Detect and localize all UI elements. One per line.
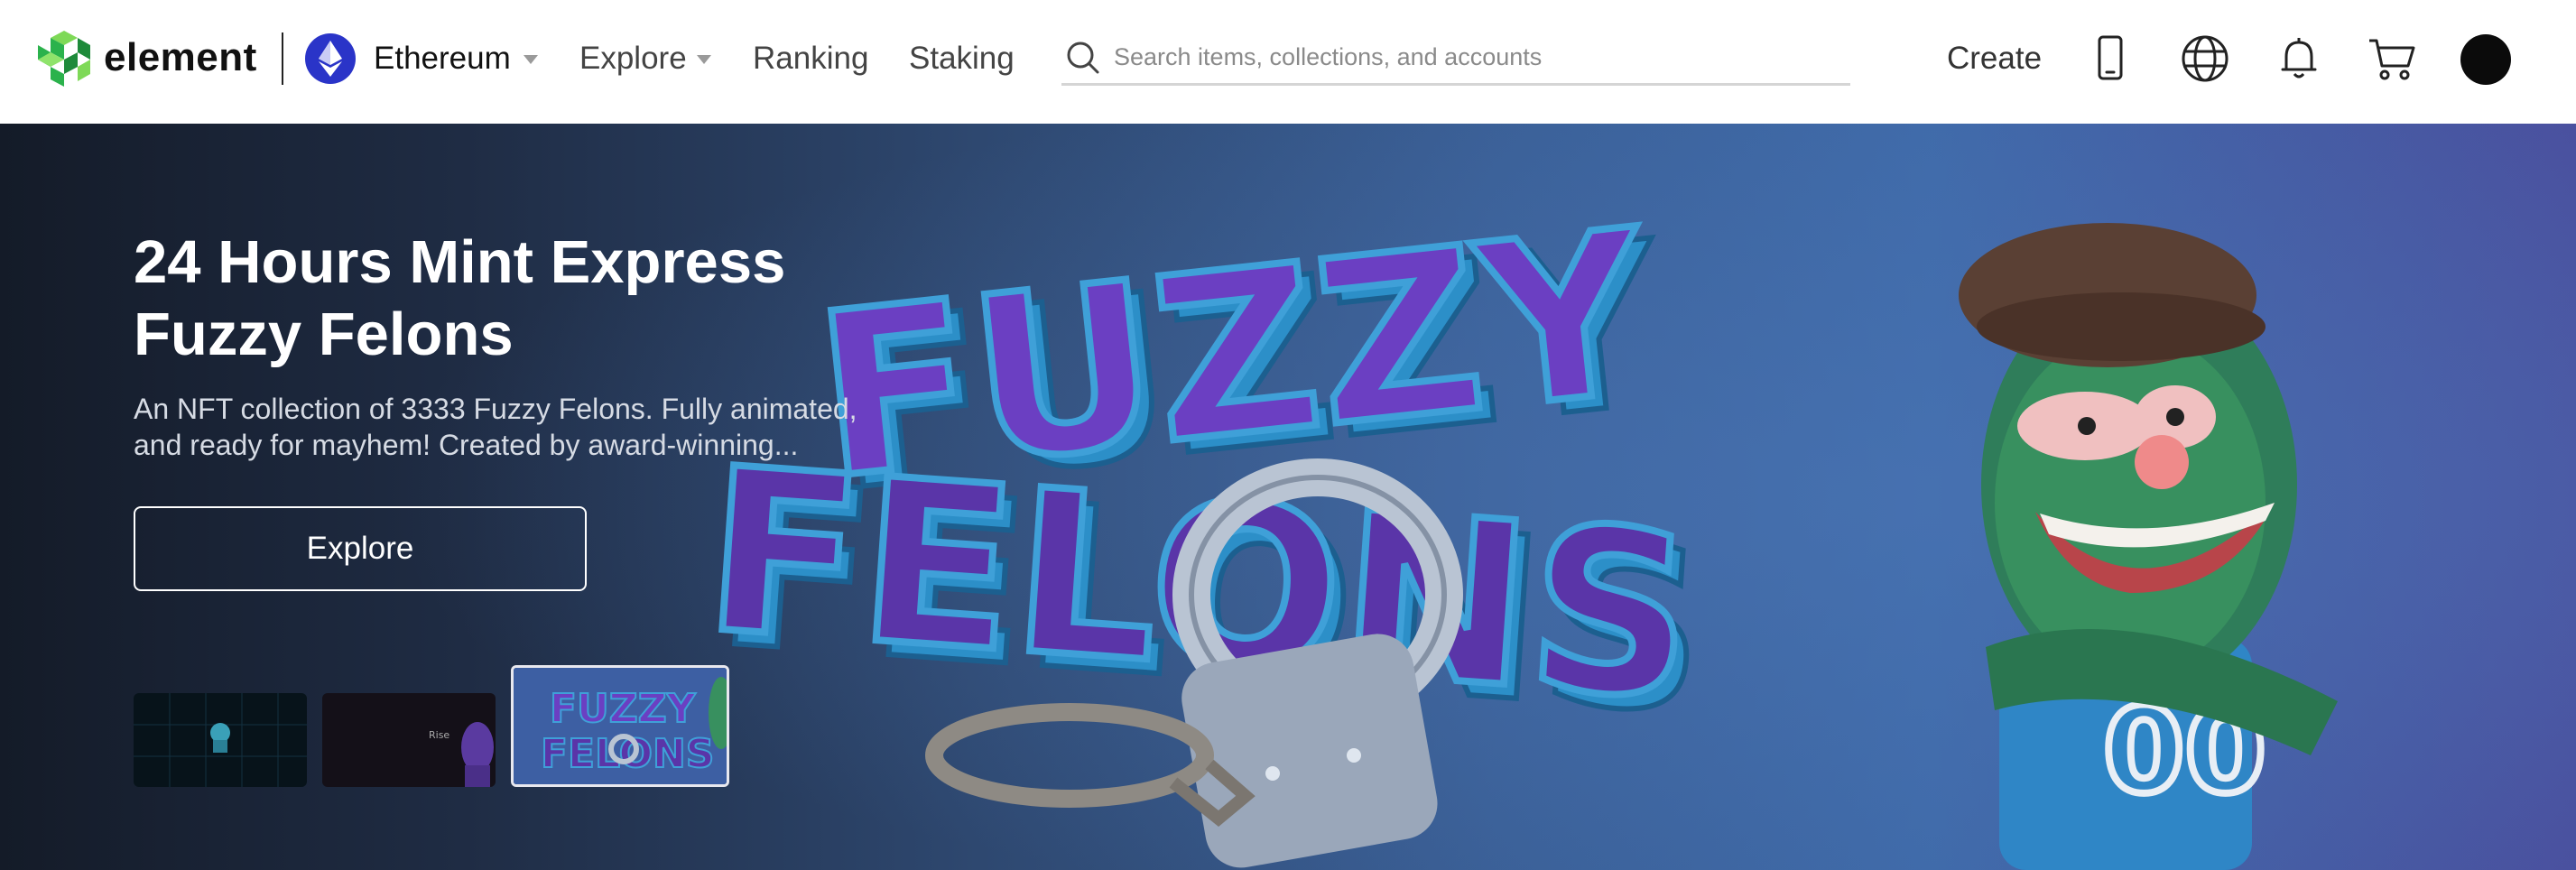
thumbnail-title-text: FUZZY [550,686,697,732]
search-icon [1067,42,1099,74]
logo-divider [282,32,283,85]
top-navbar: element Ethereum Explore Ranking Staking… [0,0,2576,125]
hero-title-line1: 24 Hours Mint Express [134,228,786,296]
nav-ranking[interactable]: Ranking [753,38,868,79]
chevron-down-icon[interactable] [524,55,538,64]
bell-icon[interactable] [2274,33,2324,84]
hero-description-line1: An NFT collection of 3333 Fuzzy Felons. … [134,393,857,425]
globe-icon[interactable] [2180,33,2230,84]
element-logo-icon[interactable] [38,31,90,87]
explore-button[interactable]: Explore [134,506,587,591]
hero-title-line2: Fuzzy Felons [134,301,514,368]
hero-description-line2: and ready for mayhem! Created by award-w… [134,429,799,461]
search-bar[interactable] [1061,32,1850,86]
avatar[interactable] [2460,34,2511,85]
mobile-icon[interactable] [2085,33,2136,84]
ethereum-icon[interactable] [305,33,356,84]
hero-banner: FUZZY FUZZY FELONS FELONS 00 24 Hours Mi… [0,124,2576,870]
logo-text[interactable]: element [104,32,257,83]
carousel-thumbnail-2[interactable]: Rise [322,693,496,787]
svg-text:Rise: Rise [429,729,449,741]
hero-description: An NFT collection of 3333 Fuzzy Felons. … [134,391,910,463]
nav-staking[interactable]: Staking [909,38,1015,79]
cart-icon[interactable] [2367,33,2417,84]
hero-title: 24 Hours Mint Express Fuzzy Felons [134,227,946,371]
nav-explore[interactable]: Explore [579,38,687,79]
search-input[interactable] [1112,38,1838,76]
carousel-thumbnail-3-selected[interactable]: FUZZY FELONS [511,665,729,787]
chain-selector[interactable]: Ethereum [374,38,511,79]
chevron-down-icon[interactable] [697,55,711,64]
create-link[interactable]: Create [1947,38,2042,79]
carousel-thumbnail-1[interactable] [134,693,307,787]
